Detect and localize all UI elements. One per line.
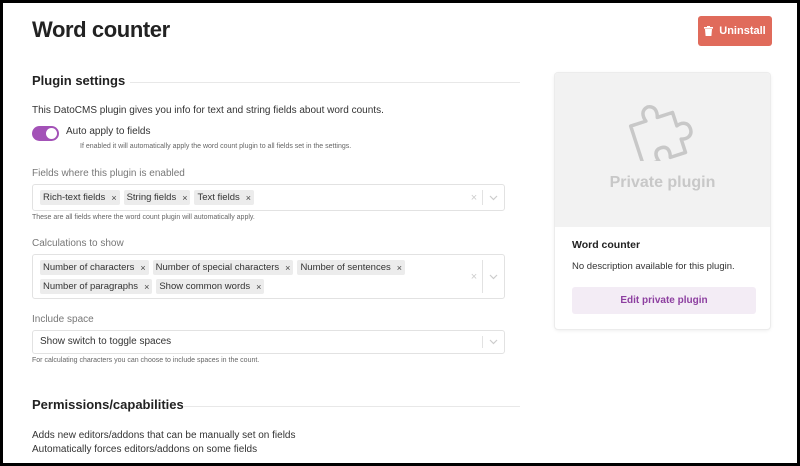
chip: Text fields × (194, 190, 254, 205)
chip-remove-icon[interactable]: × (111, 193, 116, 203)
calculations-multiselect[interactable]: Number of characters × Number of special c… (32, 254, 505, 299)
uninstall-label: Uninstall (719, 25, 766, 37)
include-space-label: Include space (32, 314, 94, 325)
card-plugin-name: Word counter (572, 239, 641, 251)
chip: Number of sentences × (297, 260, 405, 275)
calculations-chip-list: Number of characters × Number of special c… (40, 260, 426, 294)
chip: String fields × (123, 190, 191, 205)
chip-remove-icon[interactable]: × (246, 193, 251, 203)
auto-apply-toggle[interactable] (32, 126, 59, 141)
plugin-page: Word counter Uninstall Plugin settings T… (3, 3, 797, 463)
fields-label: Fields where this plugin is enabled (32, 168, 185, 179)
chip-remove-icon[interactable]: × (397, 263, 402, 273)
chip-label: String fields (126, 192, 177, 203)
toggle-knob (46, 128, 57, 139)
uninstall-button[interactable]: Uninstall (698, 16, 772, 46)
chip: Number of paragraphs × (40, 279, 153, 294)
include-space-value: Show switch to toggle spaces (40, 336, 172, 347)
chevron-down-icon[interactable] (483, 339, 504, 345)
permission-line: Automatically forces editors/addons on s… (32, 444, 258, 455)
chip-label: Number of paragraphs (43, 281, 139, 292)
chip: Rich-text fields × (40, 190, 120, 205)
chip-remove-icon[interactable]: × (256, 282, 261, 292)
select-controls: × (466, 185, 504, 210)
select-controls: × (466, 255, 504, 298)
chip-label: Number of special characters (155, 262, 280, 273)
puzzle-piece-icon (628, 105, 693, 161)
card-preview: Private plugin (555, 73, 770, 227)
chip-label: Number of sentences (300, 262, 391, 273)
edit-private-plugin-button[interactable]: Edit private plugin (572, 287, 756, 314)
chip-remove-icon[interactable]: × (140, 263, 145, 273)
fields-hint: These are all fields where the word coun… (32, 214, 255, 221)
chip-remove-icon[interactable]: × (144, 282, 149, 292)
chip-remove-icon[interactable]: × (285, 263, 290, 273)
page-title: Word counter (32, 17, 170, 42)
card-plugin-description: No description available for this plugin… (572, 261, 735, 272)
chip-remove-icon[interactable]: × (182, 193, 187, 203)
chip: Show common words × (156, 279, 265, 294)
plugin-card: Private plugin Word counter No descripti… (555, 73, 770, 329)
plugin-description: This DatoCMS plugin gives you info for t… (32, 105, 384, 116)
select-controls (482, 331, 504, 353)
chip-label: Text fields (197, 192, 240, 203)
chip-label: Show common words (159, 281, 251, 292)
chip: Number of characters × (40, 260, 149, 275)
chevron-down-icon[interactable] (483, 195, 504, 201)
chevron-down-icon[interactable] (483, 274, 504, 280)
clear-icon[interactable]: × (466, 271, 482, 283)
private-plugin-label: Private plugin (609, 174, 716, 191)
section-divider (130, 82, 520, 83)
auto-apply-label: Auto apply to fields (66, 126, 151, 137)
fields-multiselect[interactable]: Rich-text fields × String fields × Text fiel… (32, 184, 505, 211)
clear-icon[interactable]: × (466, 192, 482, 204)
permission-line: Adds new editors/addons that can be manu… (32, 430, 296, 441)
include-space-hint: For calculating characters you can choos… (32, 357, 260, 364)
chip-label: Number of characters (43, 262, 135, 273)
trash-icon (704, 26, 714, 36)
fields-chip-list: Rich-text fields × String fields × Text fiel… (40, 190, 464, 205)
permissions-heading: Permissions/capabilities (32, 397, 184, 412)
calculations-label: Calculations to show (32, 238, 124, 249)
chip: Number of special characters × (152, 260, 294, 275)
auto-apply-hint: If enabled it will automatically apply t… (80, 143, 352, 150)
section-divider (183, 406, 520, 407)
chip-label: Rich-text fields (43, 192, 106, 203)
include-space-select[interactable]: Show switch to toggle spaces (32, 330, 505, 354)
plugin-settings-heading: Plugin settings (32, 73, 126, 88)
